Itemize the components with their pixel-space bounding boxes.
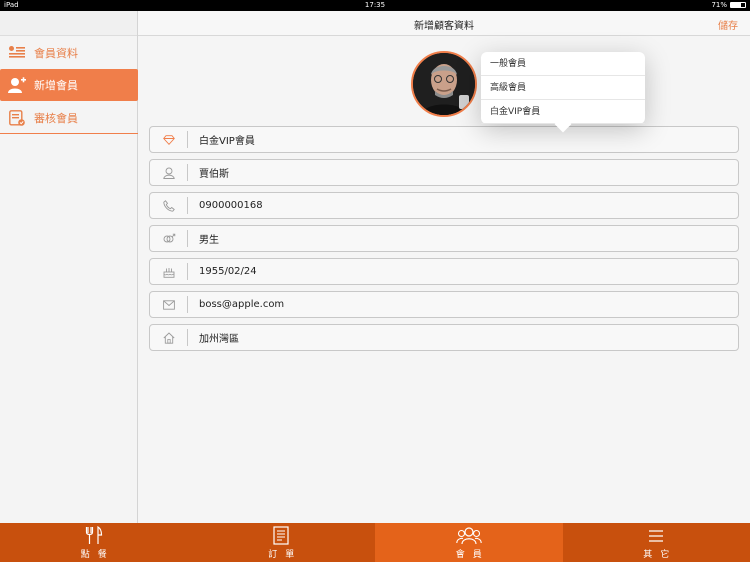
- tab-orders[interactable]: 訂單: [188, 523, 376, 562]
- member-list-icon: [8, 44, 26, 62]
- battery-percent: 71%: [711, 1, 727, 9]
- member-form: 一般會員 高級會員 白金VIP會員 白金VIP會員 賈伯斯 0900000168…: [139, 37, 750, 523]
- sidebar-item-member-data[interactable]: 會員資料: [0, 37, 138, 69]
- tab-label: 其它: [643, 549, 678, 560]
- sidebar-item-label: 新增會員: [34, 79, 78, 92]
- sidebar-divider: [0, 133, 138, 134]
- battery-icon: [730, 2, 746, 8]
- diamond-icon: [150, 126, 187, 153]
- gender-value: 男生: [199, 235, 219, 246]
- name-value: 賈伯斯: [199, 169, 229, 180]
- address-field[interactable]: 加州灣區: [149, 324, 739, 351]
- tab-label: 訂單: [268, 549, 303, 560]
- level-option-regular[interactable]: 一般會員: [481, 52, 645, 76]
- navigation-bar: 新增顧客資料 儲存: [138, 11, 750, 36]
- birthday-field[interactable]: 1955/02/24: [149, 258, 739, 285]
- sidebar-item-label: 會員資料: [34, 47, 78, 60]
- members-icon: [456, 526, 482, 546]
- birthday-cake-icon: [150, 258, 187, 285]
- tab-label: 會員: [455, 549, 490, 560]
- status-time: 17:35: [364, 1, 386, 9]
- birthday-value: 1955/02/24: [199, 266, 257, 277]
- save-button[interactable]: 儲存: [718, 17, 738, 32]
- menu-icon: [647, 526, 665, 546]
- phone-icon: [150, 192, 187, 219]
- name-field[interactable]: 賈伯斯: [149, 159, 739, 186]
- order-list-icon: [273, 526, 289, 546]
- person-icon: [150, 159, 187, 186]
- tab-members[interactable]: 會員: [375, 523, 563, 562]
- fork-knife-icon: [85, 526, 103, 546]
- mail-icon: [150, 291, 187, 318]
- gender-icon: [150, 225, 187, 252]
- member-level-value: 白金VIP會員: [199, 136, 255, 147]
- tab-label: 點餐: [80, 549, 115, 560]
- member-level-popover: 一般會員 高級會員 白金VIP會員: [481, 52, 645, 133]
- address-value: 加州灣區: [199, 334, 239, 345]
- member-level-field[interactable]: 白金VIP會員: [149, 126, 739, 153]
- add-member-icon: [8, 76, 26, 94]
- battery-status: 71%: [711, 1, 746, 9]
- status-bar: iPad 17:35 71%: [0, 0, 750, 11]
- phone-value: 0900000168: [199, 200, 263, 211]
- phone-field[interactable]: 0900000168: [149, 192, 739, 219]
- review-member-icon: [8, 109, 26, 127]
- home-icon: [150, 324, 187, 351]
- tab-order-food[interactable]: 點餐: [0, 523, 188, 562]
- sidebar: 會員資料 新增會員 審核會員: [0, 11, 138, 523]
- tab-others[interactable]: 其它: [563, 523, 750, 562]
- page-title: 新增顧客資料: [414, 21, 474, 32]
- sidebar-item-review-member[interactable]: 審核會員: [0, 102, 138, 134]
- sidebar-item-add-member[interactable]: 新增會員: [0, 69, 138, 101]
- email-value: boss@apple.com: [199, 299, 285, 310]
- avatar[interactable]: [411, 51, 477, 117]
- level-option-premium[interactable]: 高級會員: [481, 76, 645, 100]
- sidebar-header: [0, 11, 137, 36]
- gender-field[interactable]: 男生: [149, 225, 739, 252]
- sidebar-item-label: 審核會員: [34, 112, 78, 125]
- tab-bar: 點餐 訂單 會員 其它: [0, 523, 750, 562]
- email-field[interactable]: boss@apple.com: [149, 291, 739, 318]
